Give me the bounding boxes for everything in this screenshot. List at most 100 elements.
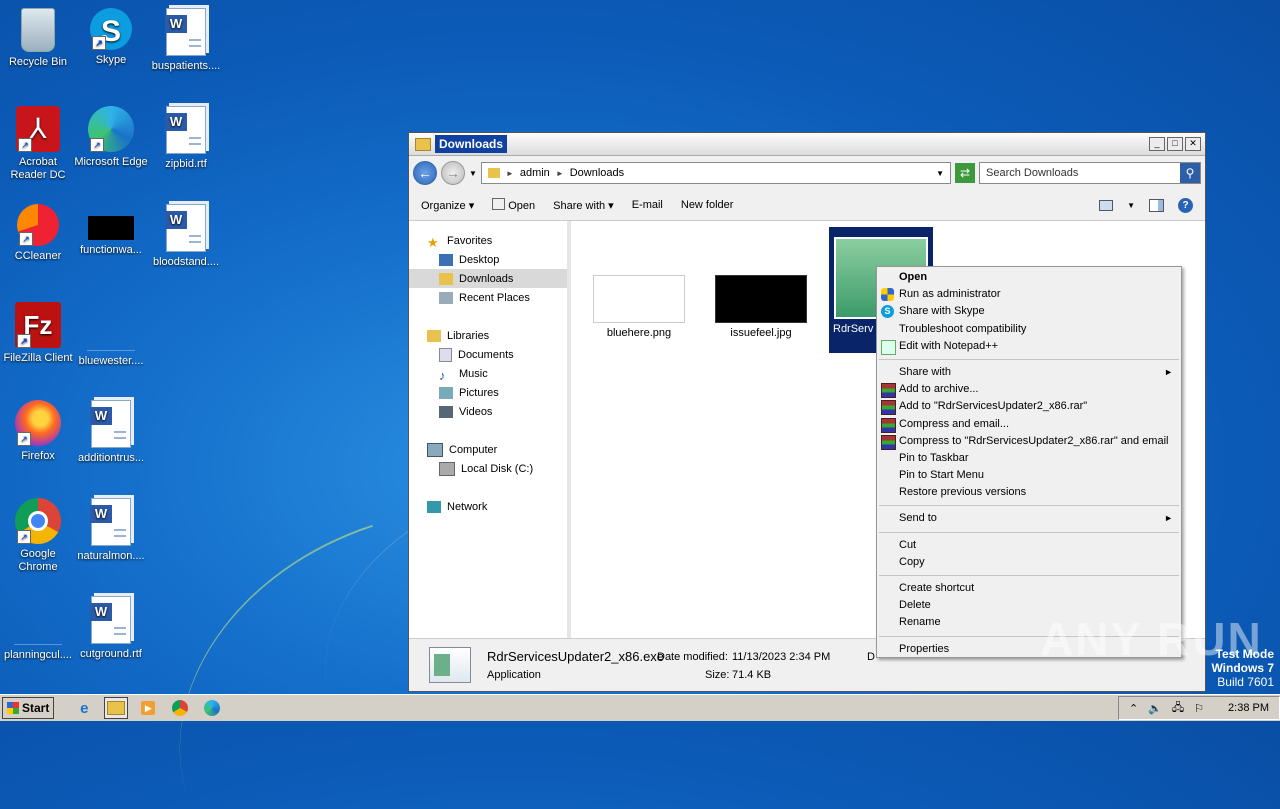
- taskbar-media-player-icon[interactable]: ▶: [136, 697, 160, 719]
- folder-icon: [415, 137, 431, 151]
- menu-item-run-as-admin[interactable]: Run as administrator: [877, 286, 1181, 303]
- menu-item-pin-taskbar[interactable]: Pin to Taskbar: [877, 450, 1181, 467]
- nav-recent-places[interactable]: Recent Places: [409, 288, 567, 307]
- menu-item-share-skype[interactable]: S Share with Skype: [877, 303, 1181, 320]
- menu-item-cut[interactable]: Cut: [877, 537, 1181, 554]
- desktop-icon-zipbid[interactable]: W zipbid.rtf: [148, 104, 224, 171]
- taskbar-chrome-icon[interactable]: [168, 697, 192, 719]
- address-bar[interactable]: ► admin ► Downloads ▼: [480, 162, 951, 184]
- organize-button[interactable]: Organize ▾: [421, 199, 474, 212]
- desktop-icon-skype[interactable]: S ↗ Skype: [73, 6, 149, 67]
- share-with-button[interactable]: Share with ▾: [553, 199, 614, 212]
- search-input[interactable]: Search Downloads ⚲: [979, 162, 1201, 184]
- chevron-down-icon[interactable]: ▼: [936, 169, 944, 178]
- menu-separator: [879, 505, 1179, 507]
- recycle-bin-icon: [21, 8, 55, 52]
- network-icon[interactable]: 🖧: [1172, 699, 1184, 718]
- edge-icon: ↗: [88, 106, 134, 152]
- menu-item-restore[interactable]: Restore previous versions: [877, 484, 1181, 501]
- desktop-icon-functionwa[interactable]: functionwa...: [73, 202, 149, 257]
- nav-pictures[interactable]: Pictures: [409, 383, 567, 402]
- image-thumbnail-icon: [715, 275, 807, 323]
- desktop-icon-naturalmon[interactable]: W naturalmon....: [73, 496, 149, 563]
- nav-videos[interactable]: Videos: [409, 402, 567, 421]
- menu-item-compress-rar-email[interactable]: Compress to "RdrServicesUpdater2_x86.rar…: [877, 433, 1181, 450]
- desktop-icon-label: Acrobat Reader DC: [10, 156, 66, 181]
- acrobat-icon: ⅄ ↗: [16, 106, 60, 152]
- desktop-icon-acrobat[interactable]: ⅄ ↗ Acrobat Reader DC: [0, 104, 76, 182]
- taskbar-ie-icon[interactable]: e: [72, 697, 96, 719]
- desktop-icon-bluewester[interactable]: bluewester....: [73, 300, 149, 368]
- search-icon[interactable]: ⚲: [1180, 163, 1200, 183]
- menu-item-share-with[interactable]: Share with ►: [877, 364, 1181, 381]
- recent-pages-dropdown-icon[interactable]: ▼: [469, 169, 477, 178]
- action-center-flag-icon[interactable]: ⚐: [1194, 702, 1204, 715]
- desktop-icon-bloodstand[interactable]: W bloodstand....: [148, 202, 224, 269]
- file-item-issuefeel[interactable]: issuefeel.jpg: [709, 275, 813, 339]
- desktop-icon-label: Google Chrome: [18, 548, 58, 573]
- nav-desktop[interactable]: Desktop: [409, 250, 567, 269]
- desktop-icon-cutground[interactable]: W cutground.rtf: [73, 594, 149, 661]
- nav-local-disk[interactable]: Local Disk (C:): [409, 459, 567, 478]
- menu-item-troubleshoot[interactable]: Troubleshoot compatibility: [877, 321, 1181, 338]
- computer-icon: [427, 442, 443, 457]
- taskbar-explorer-icon[interactable]: [104, 697, 129, 719]
- desktop-icon-edge[interactable]: ↗ Microsoft Edge: [73, 104, 149, 169]
- email-button[interactable]: E-mail: [632, 199, 663, 211]
- desktop-icon-planningcul[interactable]: planningcul....: [0, 594, 76, 662]
- nav-favorites[interactable]: ★ Favorites: [409, 231, 567, 250]
- recent-places-icon: [439, 291, 453, 304]
- black-image-icon: [88, 216, 134, 240]
- change-view-icon[interactable]: [1099, 199, 1114, 211]
- refresh-button[interactable]: ⇄: [955, 163, 975, 183]
- help-icon[interactable]: ?: [1178, 197, 1193, 213]
- nav-computer[interactable]: Computer: [409, 440, 567, 459]
- menu-item-add-archive[interactable]: Add to archive...: [877, 381, 1181, 399]
- minimize-button[interactable]: _: [1149, 137, 1165, 151]
- nav-downloads[interactable]: Downloads: [409, 269, 567, 288]
- desktop-icon-ccleaner[interactable]: ↗ CCleaner: [0, 202, 76, 263]
- open-button[interactable]: Open: [492, 198, 535, 212]
- menu-item-add-rar[interactable]: Add to "RdrServicesUpdater2_x86.rar": [877, 398, 1181, 416]
- search-placeholder: Search Downloads: [986, 167, 1079, 179]
- nav-libraries[interactable]: Libraries: [409, 326, 567, 345]
- menu-item-create-shortcut[interactable]: Create shortcut: [877, 580, 1181, 597]
- nav-music[interactable]: ♪ Music: [409, 364, 567, 383]
- forward-button[interactable]: →: [441, 161, 465, 185]
- desktop-icon-recycle-bin[interactable]: Recycle Bin: [0, 6, 76, 69]
- window-titlebar[interactable]: Downloads _ □ ✕: [409, 133, 1205, 156]
- preview-pane-icon[interactable]: [1149, 198, 1164, 212]
- menu-item-pin-start[interactable]: Pin to Start Menu: [877, 467, 1181, 484]
- file-item-bluehere[interactable]: bluehere.png: [587, 275, 691, 339]
- new-folder-button[interactable]: New folder: [681, 199, 734, 211]
- show-hidden-icons-icon[interactable]: ⌃: [1129, 702, 1138, 715]
- menu-item-open[interactable]: Open: [877, 269, 1181, 286]
- desktop-icon-buspatients[interactable]: W buspatients....: [148, 6, 224, 73]
- desktop-icon-firefox[interactable]: ↗ Firefox: [0, 398, 76, 463]
- menu-item-copy[interactable]: Copy: [877, 554, 1181, 571]
- menu-item-compress-email[interactable]: Compress and email...: [877, 416, 1181, 433]
- breadcrumb-downloads[interactable]: Downloads: [570, 167, 624, 179]
- details-filename: RdrServicesUpdater2_x86.exe: [487, 649, 665, 664]
- chevron-right-icon[interactable]: ►: [506, 169, 514, 178]
- breadcrumb-admin[interactable]: admin: [520, 167, 550, 179]
- desktop-icon-additiontrus[interactable]: W additiontrus...: [73, 398, 149, 465]
- menu-item-send-to[interactable]: Send to ►: [877, 510, 1181, 527]
- clock[interactable]: 2:38 PM: [1228, 702, 1269, 714]
- winrar-icon: [881, 417, 896, 433]
- desktop-icon-filezilla[interactable]: Fz ↗ FileZilla Client: [0, 300, 76, 365]
- maximize-button[interactable]: □: [1167, 137, 1183, 151]
- view-options-dropdown-icon[interactable]: ▼: [1127, 201, 1135, 210]
- volume-icon[interactable]: 🔈: [1148, 702, 1162, 715]
- back-button[interactable]: ←: [413, 161, 437, 185]
- close-button[interactable]: ✕: [1185, 137, 1201, 151]
- taskbar-edge-icon[interactable]: [200, 697, 224, 719]
- desktop-icon-chrome[interactable]: ↗ Google Chrome: [0, 496, 76, 574]
- nav-network[interactable]: Network: [409, 497, 567, 516]
- winrar-icon: [881, 400, 896, 416]
- start-button[interactable]: Start: [2, 697, 55, 719]
- chevron-right-icon[interactable]: ►: [556, 169, 564, 178]
- menu-item-edit-notepad[interactable]: Edit with Notepad++: [877, 338, 1181, 355]
- test-mode-notice: Test Mode Windows 7 Build 7601: [1211, 647, 1274, 689]
- nav-documents[interactable]: Documents: [409, 345, 567, 364]
